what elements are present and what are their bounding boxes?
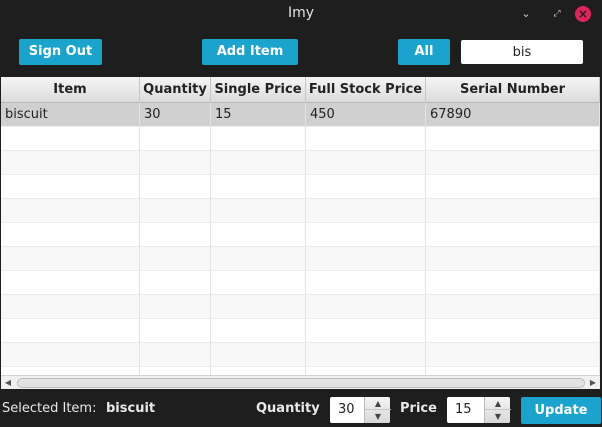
table-header: Item Quantity Single Price Full Stock Pr… — [1, 77, 600, 103]
empty-row — [1, 247, 600, 271]
price-input[interactable] — [447, 397, 484, 423]
empty-row — [1, 175, 600, 199]
cell-full-stock-price: 450 — [306, 103, 426, 127]
chevron-down-icon[interactable]: ▼ — [485, 410, 511, 423]
update-button[interactable]: Update — [521, 397, 601, 424]
sign-out-button[interactable]: Sign Out — [19, 39, 102, 65]
search-input[interactable] — [461, 40, 583, 64]
cell-item: biscuit — [1, 103, 140, 127]
price-stepper[interactable]: ▲ ▼ — [447, 397, 511, 423]
chevron-up-icon[interactable]: ▲ — [485, 397, 511, 410]
column-header-quantity[interactable]: Quantity — [140, 77, 211, 103]
empty-row — [1, 223, 600, 247]
table-body: biscuit 30 15 450 67890 — [1, 103, 600, 377]
empty-row — [1, 151, 600, 175]
quantity-stepper-arrows: ▲ ▼ — [364, 397, 391, 423]
column-header-single-price[interactable]: Single Price — [211, 77, 306, 103]
show-all-button[interactable]: All — [398, 39, 450, 65]
close-icon[interactable]: × — [575, 6, 591, 22]
selected-item-value: biscuit — [106, 401, 156, 416]
empty-row — [1, 319, 600, 343]
empty-row — [1, 127, 600, 151]
inventory-table[interactable]: Item Quantity Single Price Full Stock Pr… — [1, 77, 600, 377]
selected-item-label: Selected Item: — [2, 401, 97, 416]
price-label: Price — [400, 401, 437, 416]
chevron-up-icon[interactable]: ▲ — [365, 397, 391, 410]
column-header-item[interactable]: Item — [1, 77, 140, 103]
minimize-icon[interactable]: ⌄ — [518, 6, 534, 22]
cell-serial-number: 67890 — [426, 103, 600, 127]
empty-row — [1, 343, 600, 367]
empty-row — [1, 199, 600, 223]
maximize-icon[interactable]: ⤢ — [549, 6, 565, 22]
column-header-full-stock-price[interactable]: Full Stock Price — [306, 77, 426, 103]
title-bar[interactable]: Imy ⌄ ⤢ × — [0, 0, 602, 28]
window-title: Imy — [287, 5, 315, 21]
cell-single-price: 15 — [211, 103, 306, 127]
table-row[interactable]: biscuit 30 15 450 67890 — [1, 103, 600, 127]
scroll-left-icon[interactable]: ◀ — [3, 377, 13, 389]
cell-quantity: 30 — [140, 103, 211, 127]
column-header-serial-number[interactable]: Serial Number — [426, 77, 600, 103]
add-item-button[interactable]: Add Item — [202, 39, 298, 65]
empty-row — [1, 271, 600, 295]
quantity-stepper[interactable]: ▲ ▼ — [330, 397, 391, 423]
empty-row — [1, 295, 600, 319]
quantity-input[interactable] — [330, 397, 364, 423]
scrollbar-thumb[interactable] — [17, 378, 585, 388]
horizontal-scrollbar[interactable]: ◀ ▶ — [1, 375, 600, 389]
app-window: Imy ⌄ ⤢ × Sign Out Add Item All Item Qua… — [0, 0, 602, 427]
scroll-right-icon[interactable]: ▶ — [588, 377, 598, 389]
quantity-label: Quantity — [256, 401, 320, 416]
price-stepper-arrows: ▲ ▼ — [484, 397, 511, 423]
chevron-down-icon[interactable]: ▼ — [365, 410, 391, 423]
